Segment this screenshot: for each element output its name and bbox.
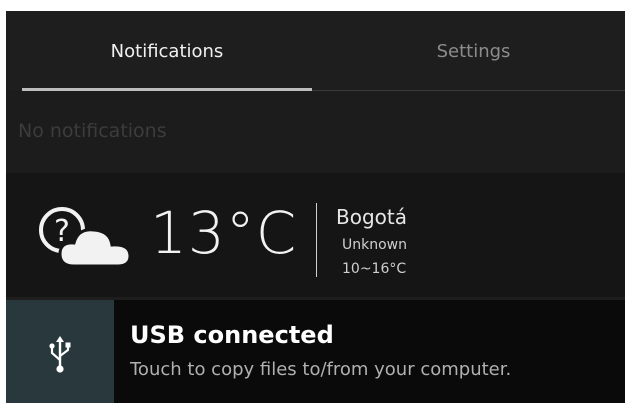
usb-subtitle: Touch to copy files to/from your compute… — [130, 359, 512, 380]
tab-notifications-label: Notifications — [110, 40, 224, 62]
unknown-weather-icon: ? — [39, 207, 132, 268]
city-name: Bogotá — [336, 205, 407, 229]
temperature: 13°C — [150, 199, 298, 267]
usb-title: USB connected — [130, 321, 334, 349]
no-notifications-text: No notifications — [18, 120, 167, 142]
temperature-range: 10~16°C — [342, 261, 407, 277]
weather-divider — [316, 203, 317, 277]
usb-notification[interactable]: USB connected Touch to copy files to/fro… — [6, 300, 625, 403]
tab-settings-label: Settings — [436, 40, 511, 62]
tab-notifications[interactable]: Notifications — [22, 11, 312, 91]
weather-card[interactable]: ? 13°C Bogotá Unknown 10~16°C — [6, 173, 625, 297]
usb-icon — [49, 336, 71, 373]
notification-shade: Notifications Settings No notifications … — [6, 11, 625, 403]
tab-bar: Notifications Settings — [6, 11, 625, 91]
weather-condition: Unknown — [342, 237, 407, 253]
usb-icon-container — [6, 300, 114, 403]
tab-settings[interactable]: Settings — [322, 11, 625, 91]
